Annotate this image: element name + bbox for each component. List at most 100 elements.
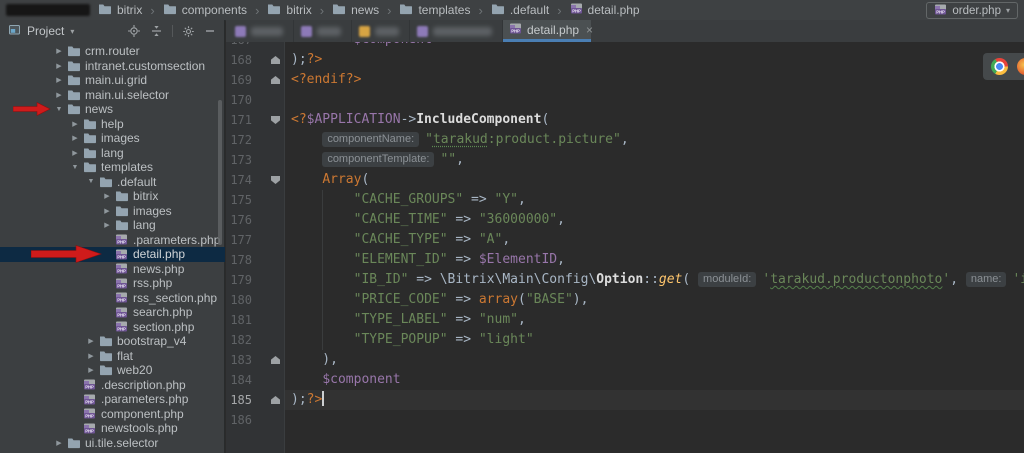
expand-arrow-icon[interactable]: ▶ <box>100 192 114 200</box>
tree-item-bitrix[interactable]: ▶ bitrix <box>0 189 225 204</box>
fold-marker-icon[interactable] <box>271 56 280 64</box>
expand-arrow-icon[interactable]: ▶ <box>52 439 66 447</box>
tree-item-newstools.php[interactable]: PHP newstools.php <box>0 421 225 436</box>
breadcrumb-item-detail.php[interactable]: PHP detail.php <box>570 2 640 18</box>
breadcrumb-item-templates[interactable]: templates <box>399 3 470 18</box>
tree-item-.description.php[interactable]: PHP .description.php <box>0 378 225 393</box>
tree-item-news.php[interactable]: PHP news.php <box>0 262 225 277</box>
collapse-all-icon[interactable] <box>150 24 163 38</box>
code-line-178[interactable]: 178 "ELEMENT_ID" => $ElementID, <box>226 250 1024 270</box>
svg-text:PHP: PHP <box>85 414 94 419</box>
tree-item-search.php[interactable]: PHP search.php <box>0 305 225 320</box>
expand-arrow-icon[interactable]: ▶ <box>52 91 66 99</box>
chrome-browser-icon[interactable] <box>991 58 1008 75</box>
breadcrumb-item-news[interactable]: news <box>332 3 379 18</box>
tree-item-.parameters.php[interactable]: PHP .parameters.php <box>0 392 225 407</box>
collapse-arrow-icon[interactable]: ▼ <box>68 164 82 171</box>
expand-arrow-icon[interactable]: ▶ <box>100 221 114 229</box>
code-line-179[interactable]: 179 "IB_ID" => \Bitrix\Main\Config\Optio… <box>226 270 1024 290</box>
code-text: componentName: "tarakud:product.picture", <box>291 130 629 150</box>
code-line-185[interactable]: 185);?> <box>226 390 1024 410</box>
tree-item-news[interactable]: ▼ news <box>0 102 225 117</box>
tree-item-intranet.customsection[interactable]: ▶ intranet.customsection <box>0 59 225 74</box>
expand-arrow-icon[interactable]: ▶ <box>84 366 98 374</box>
tree-item-detail.php[interactable]: PHP detail.php <box>0 245 225 264</box>
chevron-down-icon[interactable]: ▾ <box>70 27 74 36</box>
tree-item-templates[interactable]: ▼ templates <box>0 160 225 175</box>
collapse-arrow-icon[interactable]: ▼ <box>84 178 98 185</box>
firefox-browser-icon[interactable] <box>1017 58 1024 75</box>
fold-marker-icon[interactable] <box>271 76 280 84</box>
expand-arrow-icon[interactable]: ▶ <box>68 149 82 157</box>
code-line-172[interactable]: 172 componentName: "tarakud:product.pictu… <box>226 130 1024 150</box>
code-line-167[interactable]: 167 $component <box>226 42 1024 50</box>
settings-gear-icon[interactable] <box>182 25 195 38</box>
tree-item-web20[interactable]: ▶ web20 <box>0 363 225 378</box>
breadcrumb-item-bitrix[interactable]: bitrix <box>98 3 142 18</box>
tab-redacted-3[interactable] <box>352 20 410 42</box>
code-line-184[interactable]: 184 $component <box>226 370 1024 390</box>
tree-item-component.php[interactable]: PHP component.php <box>0 407 225 422</box>
close-icon[interactable]: × <box>586 23 593 37</box>
tree-item-bootstrap_v4[interactable]: ▶ bootstrap_v4 <box>0 334 225 349</box>
code-line-182[interactable]: 182 "TYPE_POPUP" => "light" <box>226 330 1024 350</box>
breadcrumb-item-bitrix[interactable]: bitrix <box>267 3 312 18</box>
expand-arrow-icon[interactable]: ▶ <box>68 134 82 142</box>
expand-arrow-icon[interactable]: ▶ <box>84 337 98 345</box>
code-line-174[interactable]: 174 Array( <box>226 170 1024 190</box>
code-line-175[interactable]: 175 "CACHE_GROUPS" => "Y", <box>226 190 1024 210</box>
tree-item-images[interactable]: ▶ images <box>0 131 225 146</box>
code-line-186[interactable]: 186 <box>226 410 1024 430</box>
tree-item-flat[interactable]: ▶ flat <box>0 349 225 364</box>
locate-icon[interactable] <box>127 24 141 38</box>
fold-marker-icon[interactable] <box>271 396 280 404</box>
expand-arrow-icon[interactable]: ▶ <box>100 207 114 215</box>
expand-arrow-icon[interactable]: ▶ <box>52 47 66 55</box>
fold-marker-icon[interactable] <box>271 116 280 124</box>
tree-item-.default[interactable]: ▼ .default <box>0 175 225 190</box>
code-line-180[interactable]: 180 "PRICE_CODE" => array("BASE"), <box>226 290 1024 310</box>
tree-scrollbar[interactable] <box>218 100 222 245</box>
code-line-183[interactable]: 183 ), <box>226 350 1024 370</box>
tab-redacted-1[interactable] <box>228 20 294 42</box>
fold-marker-icon[interactable] <box>271 356 280 364</box>
tree-item-images[interactable]: ▶ images <box>0 204 225 219</box>
code-line-173[interactable]: 173 componentTemplate: "", <box>226 150 1024 170</box>
tab-detail-php[interactable]: PHP detail.php × <box>503 20 593 42</box>
code-line-181[interactable]: 181 "TYPE_LABEL" => "num", <box>226 310 1024 330</box>
tree-item-ui.tile.selector[interactable]: ▶ ui.tile.selector <box>0 436 225 451</box>
expand-arrow-icon[interactable]: ▶ <box>68 120 82 128</box>
code-line-168[interactable]: 168);?> <box>226 50 1024 70</box>
fold-marker-icon[interactable] <box>271 176 280 184</box>
tree-item-main.ui.grid[interactable]: ▶ main.ui.grid <box>0 73 225 88</box>
tree-item-rss.php[interactable]: PHP rss.php <box>0 276 225 291</box>
tree-item-.parameters.php[interactable]: PHP .parameters.php <box>0 233 225 248</box>
code-editor[interactable]: 167 $component 168);?> 169 <?endif?> 170 171 <… <box>226 42 1024 453</box>
breadcrumb-item-.default[interactable]: .default <box>491 3 549 18</box>
expand-arrow-icon[interactable]: ▶ <box>52 76 66 84</box>
collapse-arrow-icon[interactable]: ▼ <box>52 106 66 113</box>
tree-item-crm.router[interactable]: ▶ crm.router <box>0 44 225 59</box>
tab-redacted-4[interactable] <box>410 20 503 42</box>
code-line-176[interactable]: 176 "CACHE_TIME" => "36000000", <box>226 210 1024 230</box>
run-config-selector[interactable]: PHP order.php ▾ <box>926 2 1018 19</box>
tree-item-label: crm.router <box>85 44 140 59</box>
hide-panel-icon[interactable] <box>204 25 216 37</box>
code-line-171[interactable]: 171 <?$APPLICATION->IncludeComponent( <box>226 110 1024 130</box>
tree-item-rss_section.php[interactable]: PHP rss_section.php <box>0 291 225 306</box>
code-text: "TYPE_LABEL" => "num", <box>353 312 526 327</box>
tree-item-main.ui.selector[interactable]: ▶ main.ui.selector <box>0 88 225 103</box>
tree-item-lang[interactable]: ▶ lang <box>0 218 225 233</box>
code-line-170[interactable]: 170 <box>226 90 1024 110</box>
redacted-tab-label <box>251 26 283 36</box>
project-panel-title[interactable]: Project <box>27 24 64 38</box>
breadcrumb-item-components[interactable]: components <box>163 3 247 18</box>
code-line-169[interactable]: 169 <?endif?> <box>226 70 1024 90</box>
tree-item-help[interactable]: ▶ help <box>0 117 225 132</box>
expand-arrow-icon[interactable]: ▶ <box>52 62 66 70</box>
tab-redacted-2[interactable] <box>294 20 352 42</box>
expand-arrow-icon[interactable]: ▶ <box>84 352 98 360</box>
tree-item-lang[interactable]: ▶ lang <box>0 146 225 161</box>
tree-item-section.php[interactable]: PHP section.php <box>0 320 225 335</box>
code-line-177[interactable]: 177 "CACHE_TYPE" => "A", <box>226 230 1024 250</box>
